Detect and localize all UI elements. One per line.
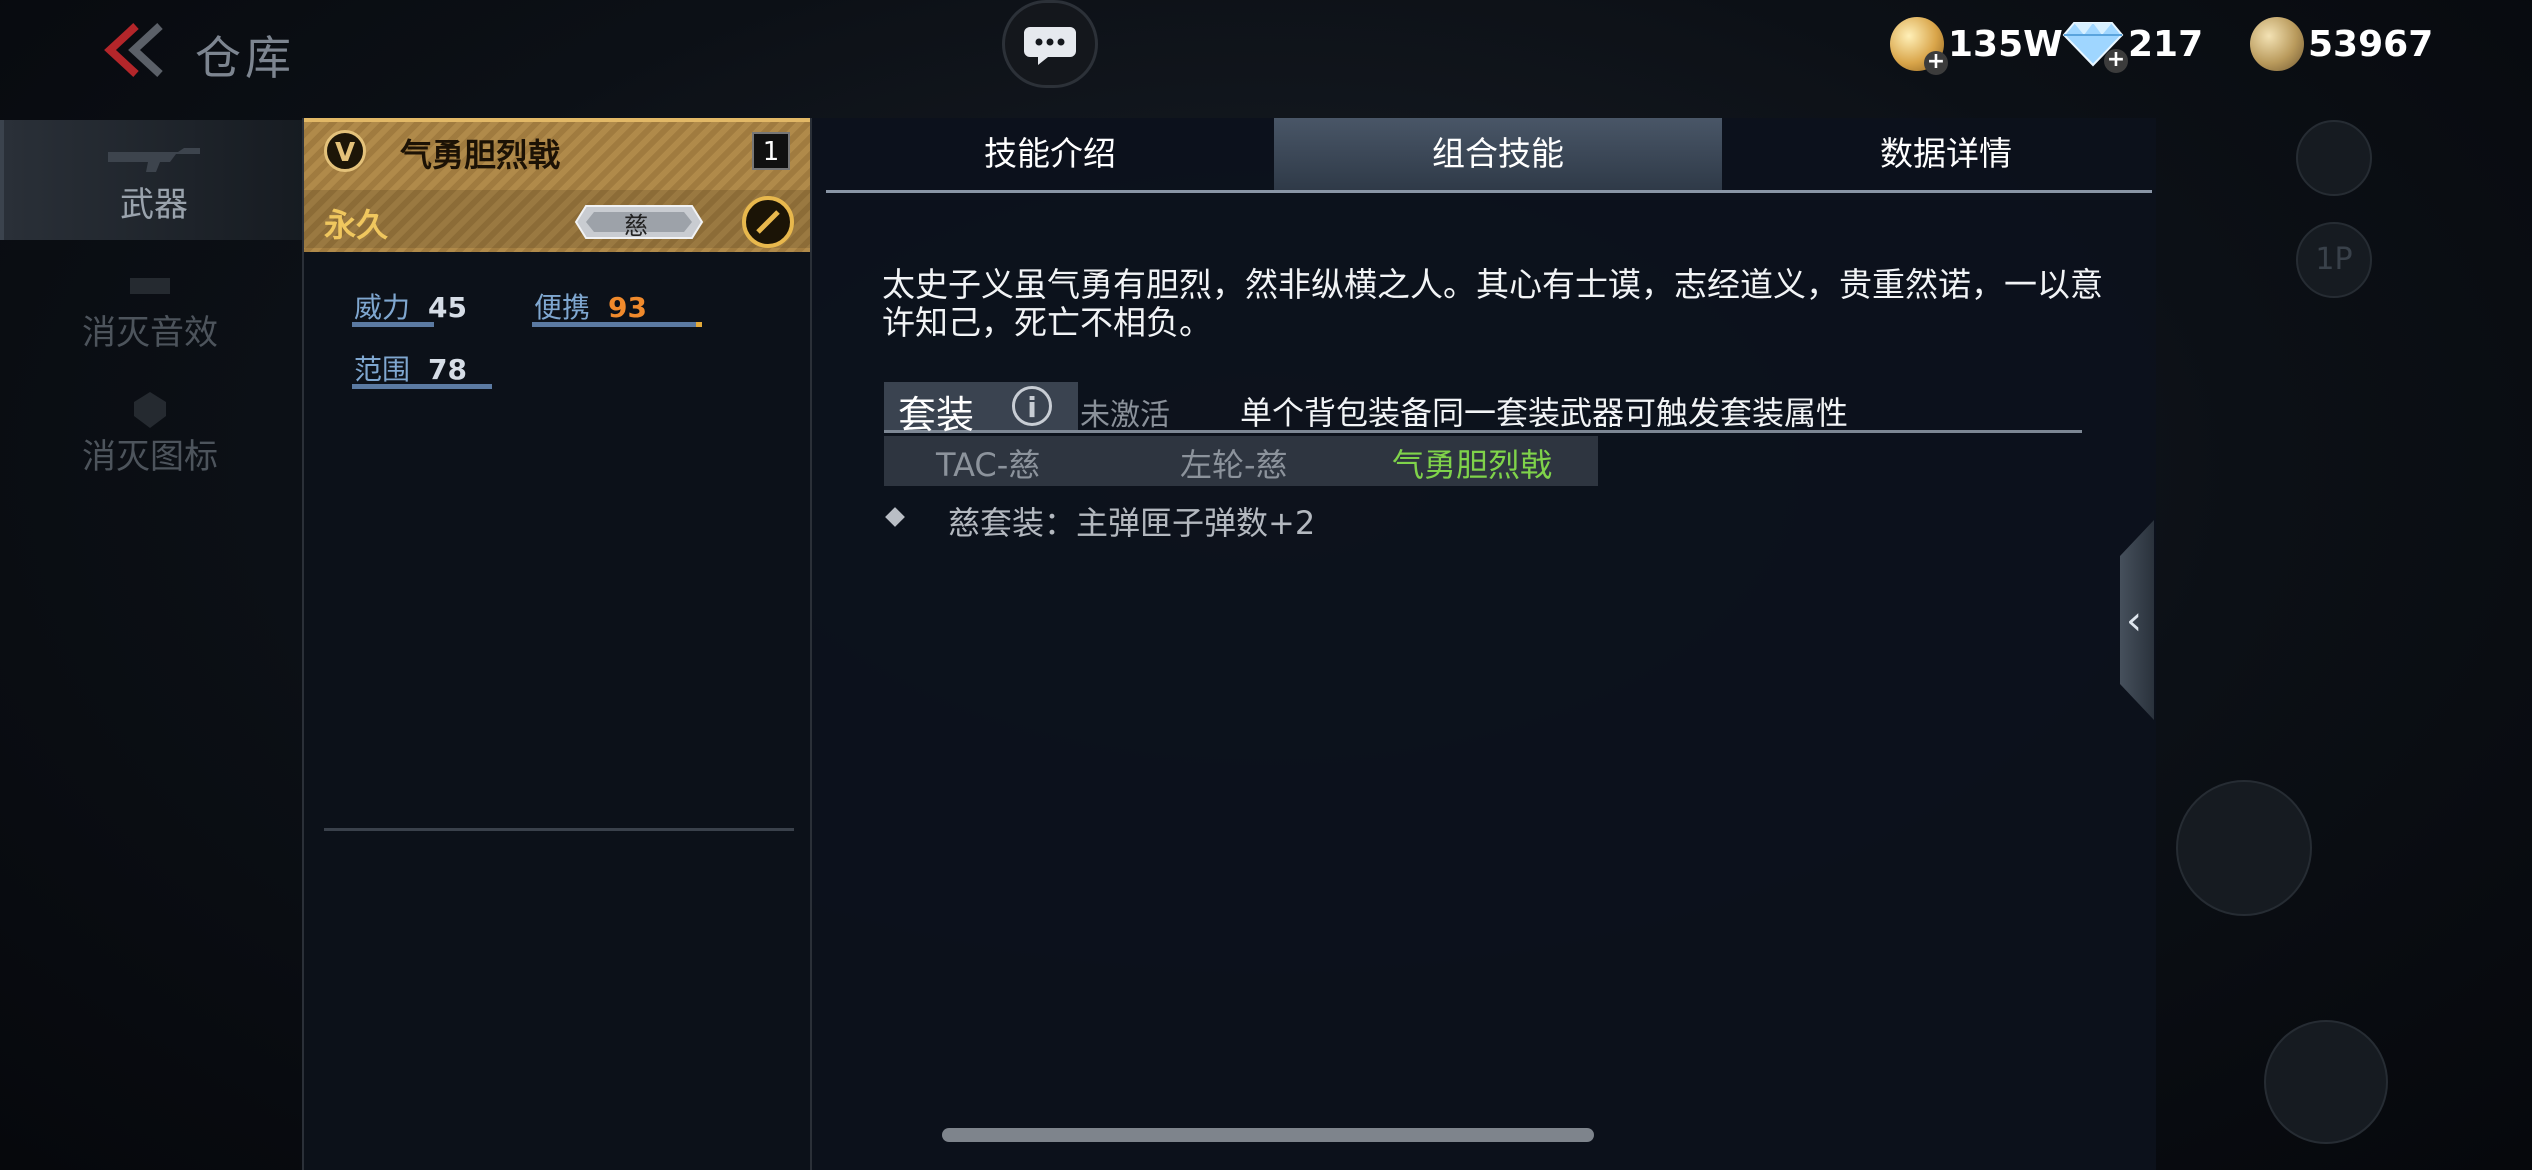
- chat-button[interactable]: [1002, 0, 1098, 88]
- currency-gold[interactable]: + 135W: [1890, 12, 2063, 76]
- sidebar-item-label: 消灭图标: [82, 437, 218, 477]
- sidebar-item-kill-icon[interactable]: 消灭图标: [0, 372, 300, 492]
- ammo-icon[interactable]: [2176, 780, 2312, 916]
- diamond-icon: +: [2062, 19, 2128, 73]
- set-label-box: 套装 i: [884, 382, 1078, 437]
- stat-power-bar: [352, 322, 434, 327]
- view-mode-icon[interactable]: 1P: [2296, 222, 2372, 298]
- stat-label: 威力: [354, 291, 411, 324]
- stat-range: 范围 78: [354, 348, 467, 388]
- set-item: 左轮-慈: [1180, 446, 1288, 484]
- currency-token-value: 53967: [2308, 23, 2434, 65]
- set-item-active: 气勇胆烈戟: [1392, 446, 1553, 484]
- set-tag-label: 慈: [624, 212, 648, 240]
- back-button[interactable]: [100, 20, 170, 80]
- medal-icon[interactable]: [742, 196, 794, 248]
- tab-data-details[interactable]: 数据详情: [1722, 118, 2170, 190]
- skill-panel: 技能介绍 组合技能 数据详情 太史子义虽气勇有胆烈，然非纵横之人。其心有士谟，志…: [810, 118, 2156, 1170]
- set-label: 套装: [898, 393, 975, 437]
- set-row: 套装 i 未激活 单个背包装备同一套装武器可触发套装属性: [884, 382, 2082, 437]
- currency-diamond-value: 217: [2128, 23, 2204, 65]
- chevron-left-icon: ‹: [2126, 598, 2142, 644]
- weapon-description: 太史子义虽气勇有胆烈，然非纵横之人。其心有士谟，志经道义，贵重然诺，一以意许知己…: [882, 265, 2103, 342]
- currency-diamond[interactable]: + 217: [2062, 12, 2203, 76]
- stat-range-bar: [352, 384, 492, 389]
- currency-token[interactable]: 53967: [2250, 12, 2433, 76]
- diamond-bullet-icon: [885, 507, 905, 527]
- chat-bubble-icon: [1024, 27, 1076, 65]
- stat-carry-bar-tip: [696, 322, 702, 327]
- divider: [324, 828, 794, 831]
- tab-combo-skill[interactable]: 组合技能: [1274, 118, 1722, 190]
- sidebar-item-kill-sound[interactable]: 消灭音效: [0, 248, 300, 368]
- sidebar-item-label: 消灭音效: [82, 313, 218, 353]
- category-sidebar: 武器 消灭音效 消灭图标: [0, 120, 304, 520]
- item-count-badge: 1: [752, 132, 790, 170]
- set-hint: 单个背包装备同一套装武器可触发套装属性: [1240, 394, 1849, 432]
- set-bonus-text: 慈套装：主弹匣子弹数+2: [948, 504, 1316, 542]
- stat-value: 93: [608, 291, 647, 324]
- gold-coin-icon: +: [1890, 17, 1948, 75]
- rifle-icon: [108, 148, 200, 172]
- sidebar-item-label: 武器: [120, 185, 188, 225]
- rank-badge: V: [324, 130, 366, 172]
- skull-emblem-icon: [134, 392, 166, 428]
- set-items-list: TAC-慈 左轮-慈 气勇胆烈戟: [884, 436, 1598, 486]
- set-status: 未激活: [1080, 398, 1170, 433]
- double-chevron-left-icon: [104, 23, 163, 77]
- top-bar: 仓库 + 135W + 217 53967: [0, 0, 2532, 100]
- currency-gold-value: 135W: [1948, 23, 2063, 65]
- settings-icon[interactable]: [2296, 120, 2372, 196]
- item-name: 气勇胆烈戟: [400, 136, 561, 174]
- sidebar-item-weapon[interactable]: 武器: [0, 120, 304, 240]
- item-info-panel: V 气勇胆烈戟 1 永久 慈 威力 45 便携 93 范围 78: [302, 118, 812, 1170]
- stat-carry-bar: [532, 322, 696, 327]
- tab-bar: 技能介绍 组合技能 数据详情: [826, 118, 2152, 193]
- set-item: TAC-慈: [936, 446, 1041, 484]
- page-title: 仓库: [195, 31, 295, 85]
- item-duration: 永久: [324, 206, 389, 244]
- info-icon[interactable]: i: [1012, 386, 1052, 426]
- stat-value: 45: [428, 291, 467, 324]
- stat-value: 78: [428, 353, 467, 386]
- stat-label: 便携: [534, 291, 591, 324]
- tab-skill-intro[interactable]: 技能介绍: [826, 118, 1274, 190]
- horizontal-scrollbar[interactable]: [942, 1128, 1594, 1142]
- preview-eye-icon[interactable]: [2264, 1020, 2388, 1144]
- token-coin-icon: [2250, 17, 2304, 71]
- stat-power: 威力 45: [354, 286, 467, 326]
- stat-label: 范围: [354, 353, 411, 386]
- sound-icon: [130, 278, 170, 294]
- stat-carry: 便携 93: [534, 286, 647, 326]
